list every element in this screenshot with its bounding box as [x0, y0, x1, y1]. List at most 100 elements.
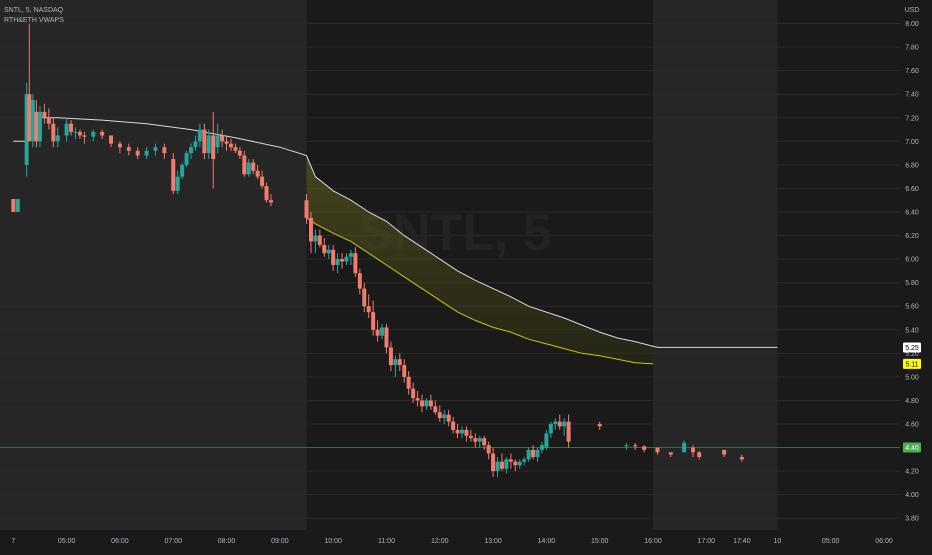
badge-label: 5.11: [905, 361, 918, 368]
candle-body: [344, 256, 349, 262]
candle-body: [242, 155, 247, 175]
candle-body: [437, 412, 442, 419]
candle-body: [69, 123, 74, 132]
candle-body: [508, 459, 513, 462]
price-tick-label: 7.00: [905, 139, 919, 146]
candle-body: [73, 131, 78, 133]
candle-body: [535, 449, 540, 457]
candle-body: [690, 447, 695, 453]
time-tick-label: 7: [11, 538, 15, 545]
candle-body: [237, 150, 242, 156]
candle-body: [642, 446, 647, 450]
candle-body: [144, 150, 149, 156]
candle-body: [739, 456, 744, 460]
candle-body: [446, 414, 451, 422]
price-tick-label: 7.60: [905, 68, 919, 75]
candle-body: [135, 150, 140, 156]
candle-body: [220, 135, 225, 142]
candle-body: [522, 459, 527, 462]
candle-body: [491, 453, 496, 472]
candle-body: [420, 400, 425, 407]
price-tick-label: 7.20: [905, 115, 919, 122]
candle-body: [495, 461, 500, 472]
candle-body: [468, 435, 473, 439]
candle-body: [255, 170, 260, 177]
candle-body: [215, 135, 220, 148]
price-tick-label: 4.20: [905, 469, 919, 476]
candle-body: [326, 249, 331, 254]
price-tick-label: 8.00: [905, 21, 919, 28]
indicator-title: RTH&ETH VWAPS: [4, 17, 64, 24]
candle-body: [393, 359, 398, 366]
last-price-badge: 4.40: [903, 442, 921, 453]
candle-body: [517, 461, 522, 466]
candle-body: [455, 429, 460, 434]
candle-body: [260, 176, 265, 187]
price-tick-label: 7.40: [905, 92, 919, 99]
candle-body: [184, 153, 189, 165]
price-tick-label: 6.20: [905, 233, 919, 240]
price-tick-label: 6.80: [905, 162, 919, 169]
candle-body: [55, 135, 60, 142]
candle-body: [668, 452, 673, 455]
candle-body: [91, 131, 96, 137]
candle-body: [82, 135, 87, 137]
currency-label: USD: [905, 7, 920, 14]
candle-body: [27, 94, 32, 142]
candle-body: [77, 131, 82, 136]
candle-body: [442, 414, 447, 419]
time-tick-label: 06:00: [875, 538, 893, 545]
candle-body: [499, 461, 504, 469]
candle-body: [526, 449, 531, 460]
candle-body: [37, 111, 42, 142]
time-tick-label: 05:00: [822, 538, 840, 545]
candle-body: [633, 445, 638, 447]
candle-body: [486, 445, 491, 454]
candle-body: [428, 400, 433, 407]
candle-body: [411, 388, 416, 399]
postmarket-shading: [653, 0, 778, 530]
price-tick-label: 6.00: [905, 257, 919, 264]
candle-body: [624, 445, 629, 447]
candle-body: [162, 147, 167, 154]
candle: [180, 162, 185, 180]
price-tick-label: 5.80: [905, 280, 919, 287]
candle: [30, 94, 35, 148]
candle-body: [206, 135, 211, 154]
candle-body: [433, 406, 438, 413]
time-tick-label: 17:40: [733, 538, 751, 545]
candle-body: [482, 438, 487, 446]
candle-body: [126, 147, 131, 151]
candle: [37, 106, 42, 148]
time-tick-label: 14:00: [538, 538, 556, 545]
candle-body: [473, 438, 478, 442]
candle-body: [197, 129, 202, 142]
price-tick-label: 3.80: [905, 516, 919, 523]
candle-body: [362, 288, 367, 307]
price-tick-label: 7.80: [905, 45, 919, 52]
candle-body: [464, 429, 469, 436]
candle-body: [224, 141, 229, 144]
candle-body: [264, 186, 269, 201]
candle: [184, 150, 189, 168]
candle-body: [682, 442, 687, 453]
time-tick-label: 09:00: [271, 538, 289, 545]
stock-chart[interactable]: SNTL, 5 USD 8.00 7.80 7.60 7.40 7.20 7.00 6.80 6.…: [0, 0, 932, 550]
candle-body: [655, 447, 660, 453]
candle-body: [562, 421, 567, 427]
eth-vwap-badge: 5.25: [903, 342, 921, 353]
candle-body: [557, 421, 562, 427]
candle-body: [697, 452, 702, 457]
candle: [15, 199, 20, 212]
candle-body: [353, 253, 358, 274]
candle-body: [11, 199, 16, 212]
candle-body: [531, 449, 536, 457]
chart-canvas[interactable]: SNTL, 5USD8.007.807.607.407.207.006.806.…: [0, 0, 932, 550]
price-tick-label: 4.60: [905, 422, 919, 429]
price-tick-label: 6.40: [905, 210, 919, 217]
time-tick-label: 17:00: [698, 538, 716, 545]
candle-body: [388, 347, 393, 366]
candle-body: [109, 135, 114, 144]
candle-body: [268, 200, 273, 203]
candle-body: [42, 111, 47, 118]
